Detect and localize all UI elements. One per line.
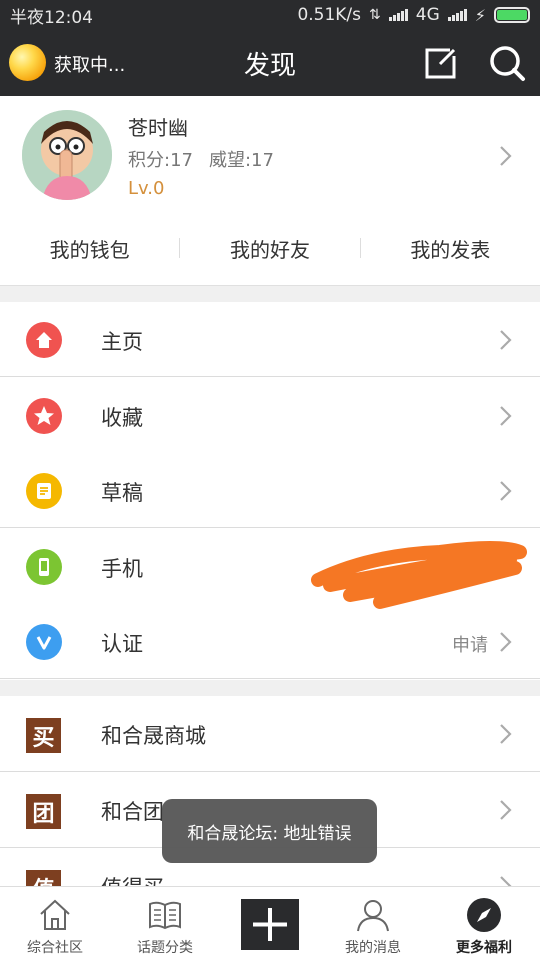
chevron-right-icon	[500, 330, 512, 350]
chevron-right-icon	[500, 632, 512, 652]
tab-messages[interactable]: 我的消息	[318, 887, 428, 960]
search-button[interactable]	[486, 42, 528, 84]
status-net-speed: 0.51K/s	[297, 5, 362, 25]
star-icon	[26, 398, 62, 434]
group-badge-icon: 团	[26, 794, 61, 829]
draft-icon	[26, 473, 62, 509]
points-value: 积分:17	[128, 150, 193, 171]
chevron-right-icon	[500, 481, 512, 501]
prestige-value: 威望:17	[208, 150, 274, 171]
user-level: Lv.0	[128, 178, 165, 199]
chevron-right-icon	[500, 800, 512, 820]
book-icon	[149, 901, 181, 930]
apply-link[interactable]: 申请	[452, 631, 488, 657]
status-bar: 半夜12:04 0.51K/s ⇅ 4G ⚡	[0, 0, 540, 30]
user-stats: 积分:17 威望:17	[128, 146, 274, 172]
toast-message: 和合晟论坛: 地址错误	[162, 799, 377, 863]
chevron-right-icon	[500, 406, 512, 426]
avatar-image	[22, 110, 112, 200]
chevron-right-icon	[500, 557, 512, 577]
edit-icon	[425, 48, 456, 79]
section-gap	[0, 286, 540, 302]
user-name: 苍时幽	[128, 116, 188, 140]
status-time: 半夜12:04	[10, 7, 93, 28]
menu-item-label: 收藏	[101, 406, 143, 430]
community-icon	[40, 899, 70, 930]
menu-item-label: 手机	[101, 557, 143, 581]
chevron-right-icon	[500, 146, 512, 166]
tab-community[interactable]: 综合社区	[0, 887, 110, 960]
charging-icon: ⚡	[474, 5, 486, 25]
post-button[interactable]	[241, 899, 299, 950]
battery-icon	[494, 7, 530, 23]
menu-item-label: 和合晟商城	[101, 724, 206, 748]
menu-item-favorites[interactable]: 收藏	[0, 378, 540, 453]
home-icon	[26, 322, 62, 358]
my-posts-link[interactable]: 我的发表	[361, 234, 540, 263]
user-avatar-small[interactable]	[9, 44, 46, 81]
compass-icon	[467, 898, 501, 932]
search-icon	[490, 46, 525, 81]
signal-icon-2	[447, 9, 467, 21]
signal-icon	[388, 9, 408, 21]
page-title: 发现	[243, 51, 296, 81]
person-icon	[357, 900, 389, 932]
loading-text: 获取中...	[54, 55, 126, 76]
profile-card[interactable]: 苍时幽 积分:17 威望:17 Lv.0 我的钱包 我的好友 我的发表	[0, 96, 540, 286]
section-gap	[0, 680, 540, 696]
tab-label: 综合社区	[27, 940, 83, 956]
chevron-right-icon	[500, 724, 512, 744]
tab-topics[interactable]: 话题分类	[110, 887, 220, 960]
menu-item-label: 认证	[101, 632, 143, 656]
plus-icon	[253, 908, 287, 941]
verify-icon	[26, 624, 62, 660]
tab-label: 话题分类	[137, 940, 193, 956]
app-header: 获取中... 发现	[0, 30, 540, 96]
menu-item-verify[interactable]: 认证 申请	[0, 604, 540, 679]
shop-badge-icon: 买	[26, 718, 61, 753]
tab-more-benefits[interactable]: 更多福利	[429, 887, 539, 960]
friends-link[interactable]: 我的好友	[180, 234, 359, 263]
wallet-link[interactable]: 我的钱包	[0, 234, 179, 263]
status-network: 4G	[415, 5, 440, 25]
menu-item-drafts[interactable]: 草稿	[0, 453, 540, 528]
phone-icon	[26, 549, 62, 585]
profile-links: 我的钱包 我的好友 我的发表	[0, 228, 540, 268]
menu-item-home[interactable]: 主页	[0, 302, 540, 377]
menu-item-phone[interactable]: 手机	[0, 529, 540, 604]
menu-item-shop[interactable]: 买 和合晟商城	[0, 696, 540, 772]
user-avatar[interactable]	[22, 110, 112, 200]
tab-label: 我的消息	[345, 940, 401, 956]
bottom-tab-bar: 综合社区 话题分类 我的消息 更多福利	[0, 886, 540, 960]
menu-item-label: 主页	[101, 330, 143, 354]
menu-item-label: 和合团	[101, 800, 164, 824]
tab-label: 更多福利	[456, 940, 512, 956]
compose-button[interactable]	[420, 42, 462, 84]
data-arrows-icon: ⇅	[369, 7, 381, 23]
menu-item-label: 草稿	[101, 481, 143, 505]
